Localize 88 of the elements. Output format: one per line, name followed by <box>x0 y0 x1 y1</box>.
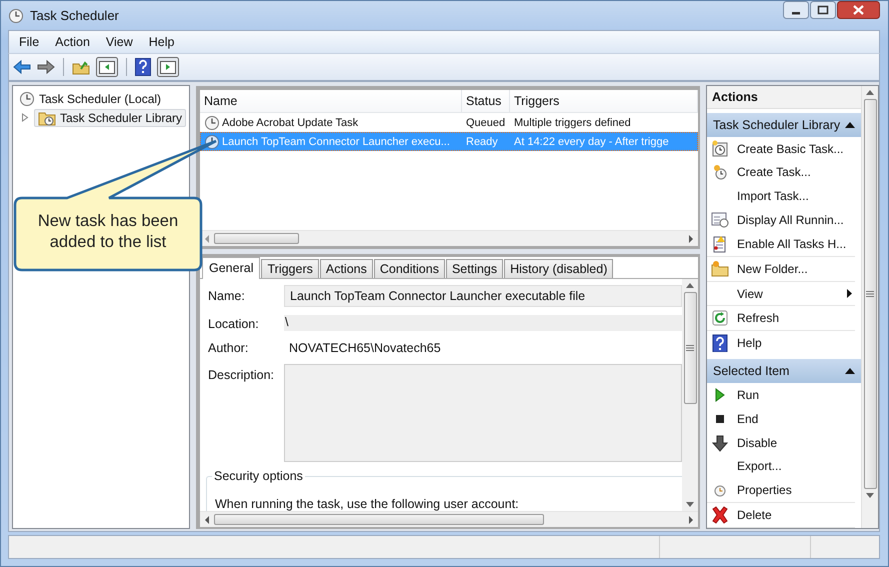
delete-icon <box>711 506 729 524</box>
scroll-up-icon <box>866 90 874 95</box>
field-label: Author: <box>208 340 250 355</box>
tab[interactable]: General <box>202 257 260 279</box>
command-item[interactable]: End <box>707 406 855 431</box>
tree-item[interactable]: Task Scheduler (Local) <box>15 90 166 108</box>
text-field[interactable]: \ <box>284 315 682 331</box>
task-row[interactable]: Adobe Acrobat Update Task Queued Multiple triggers defined <box>200 113 698 132</box>
grip-icon <box>866 291 874 297</box>
column-header[interactable]: Status <box>462 90 510 112</box>
command-item[interactable]: Properties <box>707 478 855 504</box>
window-title: Task Scheduler <box>30 8 119 23</box>
field-value: NOVATECH65\Novatech65 <box>288 340 442 357</box>
group-text: When running the task, use the following user account: <box>215 496 520 511</box>
command-item[interactable]: Display All Runnin... <box>707 208 855 232</box>
scroll-up-icon <box>686 283 694 288</box>
table-cell: Launch TopTeam Connector Launcher execu... <box>222 136 450 148</box>
command-item[interactable]: Create Task... <box>707 160 855 184</box>
callout-text: New task has been added to the list <box>36 211 180 253</box>
command-item[interactable]: View <box>707 282 855 306</box>
column-header[interactable]: Name <box>200 90 462 112</box>
scroll-down-icon <box>686 502 694 507</box>
column-header[interactable]: Triggers <box>510 90 698 112</box>
table-cell: Adobe Acrobat Update Task <box>222 116 358 128</box>
command-item[interactable]: Run <box>707 382 855 407</box>
clock-icon <box>204 114 220 130</box>
maximize-icon[interactable] <box>810 1 836 19</box>
command-item[interactable]: New Folder... <box>707 256 855 282</box>
table-cell: Ready <box>466 136 498 148</box>
minimize-icon[interactable] <box>783 1 809 19</box>
table-cell: Multiple triggers defined <box>514 116 631 128</box>
clock-icon <box>8 8 24 24</box>
panel-title: Actions <box>707 86 861 109</box>
close-icon[interactable] <box>837 1 880 19</box>
back-arrow-icon[interactable] <box>13 59 31 75</box>
horizontal-scrollbar[interactable] <box>200 230 698 246</box>
vertical-scrollbar[interactable] <box>682 279 698 511</box>
folder-up-icon[interactable] <box>72 59 90 75</box>
field-label: Name: <box>208 288 246 303</box>
scroll-down-icon <box>866 493 874 498</box>
grip-icon <box>686 345 694 351</box>
table-cell: Queued <box>466 116 506 128</box>
forward-arrow-icon[interactable] <box>37 59 55 75</box>
scroll-right-icon <box>688 516 694 524</box>
vertical-scrollbar[interactable] <box>861 86 878 528</box>
command-item[interactable]: Enable All Tasks H... <box>707 232 855 257</box>
menu-item[interactable]: View <box>98 35 141 49</box>
tab[interactable]: History (disabled) <box>504 259 614 278</box>
command-item[interactable]: Import Task... <box>707 184 855 208</box>
section-header[interactable]: Selected Item <box>707 359 861 383</box>
menu-item[interactable]: Help <box>140 35 182 49</box>
command-item[interactable]: Refresh <box>707 306 855 332</box>
table-cell: At 14:22 every day - After trigge <box>514 136 669 148</box>
field-label: Description: <box>208 367 275 382</box>
text-field[interactable] <box>284 364 682 462</box>
pane-toggle-icon[interactable] <box>157 57 179 77</box>
group-title: Security options <box>212 469 305 483</box>
menu-item[interactable]: File <box>11 35 48 49</box>
clock-icon <box>711 163 729 182</box>
scroll-left-icon <box>204 234 210 242</box>
command-item[interactable]: Create Basic Task... <box>707 136 855 160</box>
command-item[interactable]: Disable <box>707 430 855 454</box>
scroll-left-icon <box>204 516 210 524</box>
section-header[interactable]: Task Scheduler Library <box>707 112 861 137</box>
calendar-clock-icon <box>711 140 729 158</box>
pane-toggle-icon[interactable] <box>96 57 118 77</box>
command-item[interactable]: Help <box>707 331 855 356</box>
down-arrow-icon <box>711 434 729 452</box>
tab[interactable]: Conditions <box>374 259 445 278</box>
command-item[interactable]: Export... <box>707 454 855 478</box>
tab[interactable]: Actions <box>320 259 373 278</box>
folder-clock-icon <box>38 110 56 126</box>
scroll-right-icon <box>688 234 694 242</box>
horizontal-scrollbar[interactable] <box>200 511 698 527</box>
menu-item[interactable]: Action <box>47 35 98 49</box>
help-icon[interactable] <box>135 58 151 76</box>
folder-icon <box>711 260 729 278</box>
tree-item[interactable]: Task Scheduler Library <box>34 108 186 126</box>
field-label: Location: <box>208 316 260 331</box>
list-clock-icon <box>711 211 729 230</box>
clock-icon <box>19 90 35 106</box>
command-item[interactable]: Delete <box>707 503 855 528</box>
tab[interactable]: Triggers <box>261 259 319 278</box>
text-field[interactable]: Launch TopTeam Connector Launcher executable file <box>284 285 682 307</box>
expand-arrow-icon[interactable] <box>21 113 29 122</box>
tab[interactable]: Settings <box>446 259 504 278</box>
refresh-icon <box>711 309 729 328</box>
help-icon <box>711 334 729 352</box>
